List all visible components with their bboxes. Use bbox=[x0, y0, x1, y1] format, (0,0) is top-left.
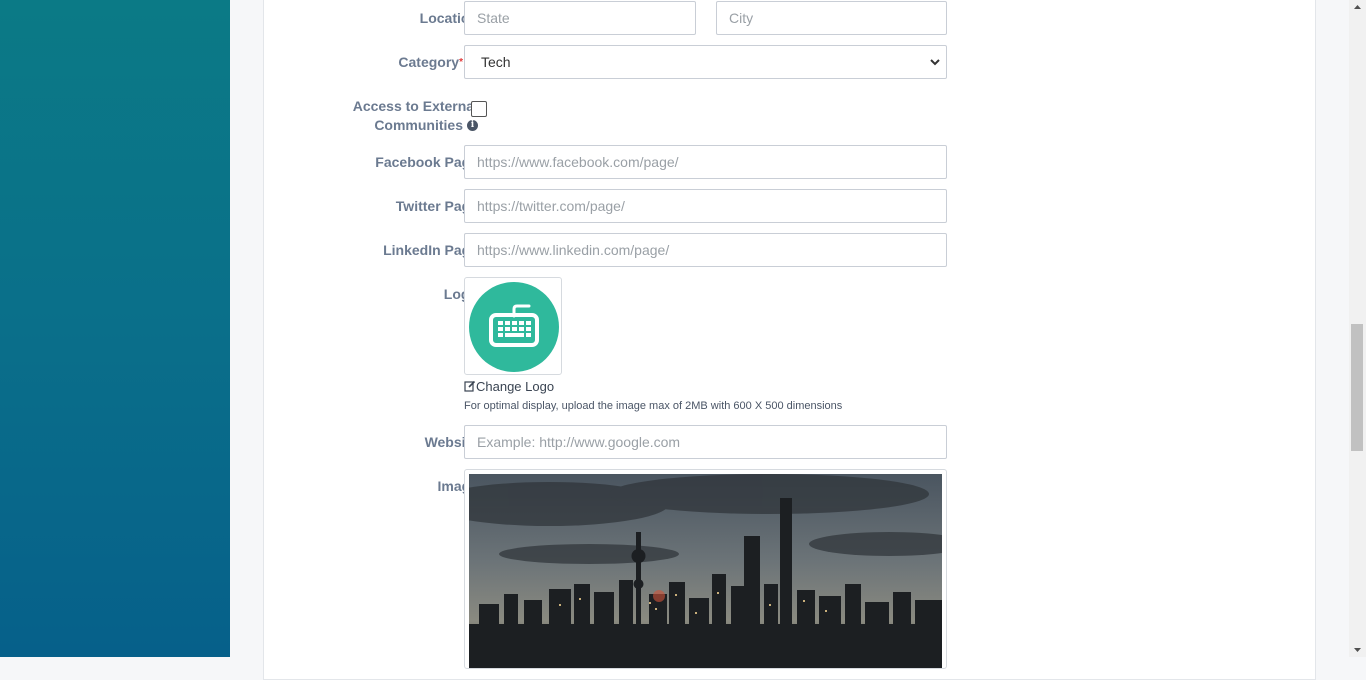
scroll-down-icon[interactable] bbox=[1349, 643, 1366, 657]
twitter-input[interactable] bbox=[464, 189, 947, 223]
logo-label: Logo bbox=[443, 286, 478, 302]
facebook-label: Facebook Page bbox=[375, 154, 478, 170]
linkedin-input[interactable] bbox=[464, 233, 947, 267]
external-access-checkbox[interactable] bbox=[471, 101, 487, 117]
twitter-label: Twitter Page bbox=[395, 198, 478, 214]
website-label: Website bbox=[424, 434, 478, 450]
city-input[interactable] bbox=[716, 1, 947, 35]
form-card: Location Category*i Tech Access to Exter… bbox=[263, 0, 1316, 680]
external-access-label: Access to External Communities i bbox=[352, 98, 478, 133]
image-label: Image bbox=[437, 478, 478, 494]
category-select[interactable]: Tech bbox=[464, 45, 947, 79]
main-content: Location Category*i Tech Access to Exter… bbox=[230, 0, 1349, 680]
logo-help-text: For optimal display, upload the image ma… bbox=[464, 400, 843, 412]
location-label: Location bbox=[419, 10, 478, 26]
cover-image[interactable] bbox=[464, 469, 947, 669]
website-input[interactable] bbox=[464, 425, 947, 459]
logo-circle bbox=[469, 282, 559, 372]
facebook-input[interactable] bbox=[464, 145, 947, 179]
keyboard-icon bbox=[489, 304, 539, 347]
edit-icon bbox=[464, 380, 476, 392]
logo-preview bbox=[464, 277, 562, 375]
change-logo-button[interactable]: Change Logo bbox=[464, 379, 554, 394]
scrollbar-thumb[interactable] bbox=[1351, 324, 1363, 451]
category-label: Category*i bbox=[264, 53, 478, 72]
state-input[interactable] bbox=[464, 1, 696, 35]
change-logo-label: Change Logo bbox=[476, 379, 555, 394]
page-scrollbar[interactable] bbox=[1349, 0, 1366, 657]
scroll-up-icon[interactable] bbox=[1349, 0, 1366, 14]
required-mark: * bbox=[459, 57, 463, 68]
sidebar bbox=[0, 0, 230, 657]
info-icon[interactable]: i bbox=[467, 119, 478, 131]
linkedin-label: LinkedIn Page bbox=[383, 242, 478, 258]
city-skyline-image bbox=[469, 474, 942, 668]
